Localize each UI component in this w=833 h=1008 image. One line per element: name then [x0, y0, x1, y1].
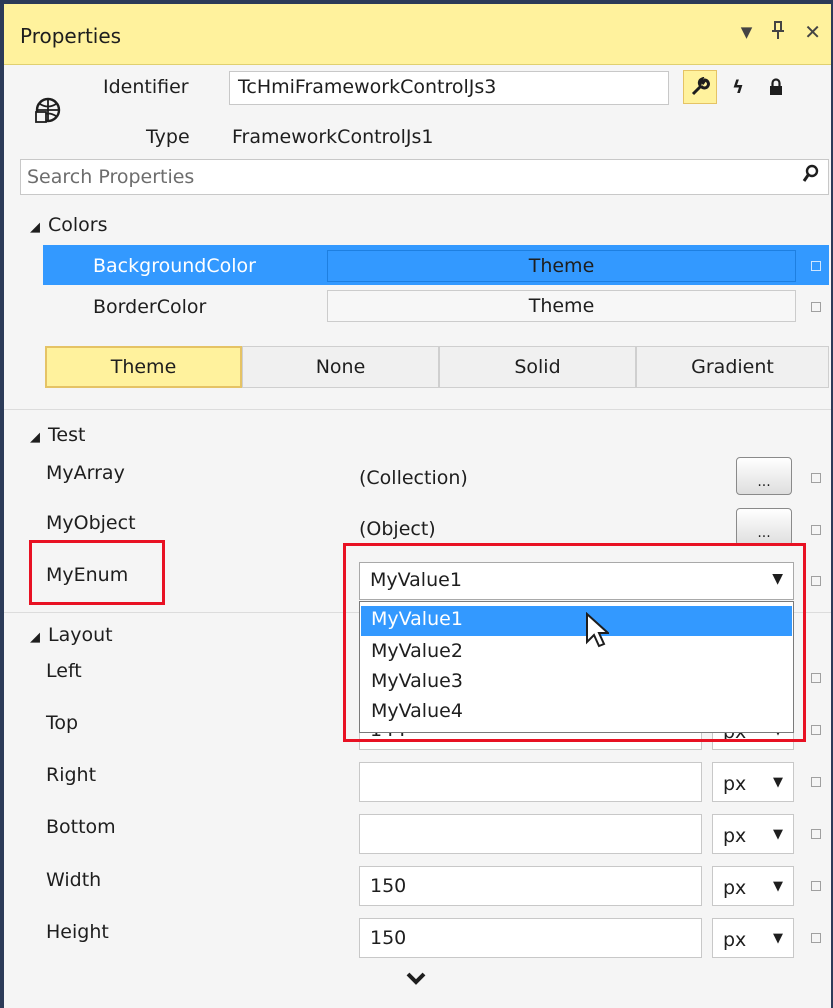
- color-mode-theme-label: Theme: [110, 356, 177, 378]
- color-mode-solid[interactable]: Solid: [439, 346, 636, 388]
- expand-more-button[interactable]: [405, 968, 427, 990]
- dropdown-icon[interactable]: ▼: [741, 20, 753, 45]
- wrench-icon: [691, 77, 710, 96]
- panel-titlebar: Properties ▼ ✕: [4, 4, 831, 65]
- border-color-label: BorderColor: [93, 296, 207, 318]
- my-array-edit-label: ...: [757, 474, 771, 490]
- chevron-down-icon: ▼: [773, 775, 783, 790]
- border-color-value[interactable]: Theme: [327, 290, 796, 322]
- layout-section-label: Layout: [48, 624, 113, 646]
- my-object-value: (Object): [359, 518, 436, 540]
- chevron-down-icon: ▼: [773, 827, 783, 842]
- layout-section-header[interactable]: ◢ Layout: [30, 624, 113, 646]
- lightning-icon: ϟ: [732, 76, 744, 98]
- width-unit: px: [723, 877, 747, 899]
- height-marker[interactable]: [811, 933, 821, 943]
- color-mode-theme[interactable]: Theme: [45, 346, 242, 388]
- right-marker[interactable]: [811, 777, 821, 787]
- right-unit-select[interactable]: px ▼: [712, 762, 794, 802]
- right-unit: px: [723, 773, 747, 795]
- annotation-box-enum-label: [29, 540, 165, 605]
- window-border-left: [0, 0, 4, 1008]
- identifier-field[interactable]: TcHmiFrameworkControlJs3: [229, 71, 669, 105]
- color-mode-gradient-label: Gradient: [691, 356, 774, 378]
- color-mode-none[interactable]: None: [242, 346, 439, 388]
- lock-icon: [770, 78, 782, 95]
- height-unit-select[interactable]: px ▼: [712, 918, 794, 958]
- bottom-label: Bottom: [46, 816, 116, 838]
- pin-icon[interactable]: [770, 20, 786, 45]
- left-label: Left: [46, 660, 82, 682]
- colors-section-label: Colors: [48, 214, 108, 236]
- lock-tool-button[interactable]: [759, 70, 793, 104]
- left-marker[interactable]: [811, 673, 821, 683]
- height-input[interactable]: 150: [359, 918, 702, 958]
- top-marker[interactable]: [811, 725, 821, 735]
- properties-panel: Properties ▼ ✕ Identifier TcHmiFramework…: [0, 0, 833, 1008]
- color-mode-solid-label: Solid: [514, 356, 561, 378]
- properties-tool-button[interactable]: [683, 70, 717, 104]
- bottom-marker[interactable]: [811, 829, 821, 839]
- identifier-label: Identifier: [103, 76, 189, 98]
- my-enum-marker[interactable]: [811, 576, 821, 586]
- chevron-down-icon: [406, 972, 426, 985]
- search-placeholder: Search Properties: [27, 166, 195, 188]
- right-label: Right: [46, 764, 97, 786]
- border-color-marker[interactable]: [811, 302, 821, 312]
- type-label: Type: [146, 126, 190, 148]
- color-mode-none-label: None: [315, 356, 366, 378]
- width-input[interactable]: 150: [359, 866, 702, 906]
- background-color-value-text: Theme: [528, 255, 595, 277]
- identifier-value: TcHmiFrameworkControlJs3: [238, 76, 497, 98]
- width-marker[interactable]: [811, 881, 821, 891]
- my-array-marker[interactable]: [811, 473, 821, 483]
- panel-title: Properties: [20, 24, 122, 48]
- collapse-icon: ◢: [30, 630, 40, 645]
- annotation-box-enum-dropdown: [343, 543, 806, 742]
- titlebar-controls: ▼ ✕: [741, 20, 821, 45]
- search-icon[interactable]: [802, 164, 820, 189]
- close-icon[interactable]: ✕: [804, 20, 821, 45]
- border-color-value-text: Theme: [528, 295, 595, 317]
- my-array-label: MyArray: [46, 462, 125, 484]
- my-array-value: (Collection): [359, 467, 468, 489]
- mouse-cursor-icon: [585, 611, 611, 653]
- my-object-edit-button[interactable]: ...: [736, 508, 792, 546]
- height-label: Height: [46, 921, 109, 943]
- collapse-icon: ◢: [30, 430, 40, 445]
- my-object-edit-label: ...: [757, 525, 771, 541]
- background-color-marker[interactable]: [811, 261, 821, 271]
- my-object-label: MyObject: [46, 512, 136, 534]
- width-label: Width: [46, 869, 102, 891]
- test-section-label: Test: [48, 424, 86, 446]
- height-value: 150: [370, 927, 407, 949]
- bottom-unit-select[interactable]: px ▼: [712, 814, 794, 854]
- my-array-edit-button[interactable]: ...: [736, 457, 792, 495]
- right-input[interactable]: [359, 762, 702, 802]
- bottom-unit: px: [723, 825, 747, 847]
- background-color-value[interactable]: Theme: [327, 250, 796, 282]
- colors-section-header[interactable]: ◢ Colors: [30, 214, 108, 236]
- width-value: 150: [370, 875, 407, 897]
- control-icon: [34, 96, 62, 129]
- type-value: FrameworkControlJs1: [232, 126, 434, 148]
- bottom-input[interactable]: [359, 814, 702, 854]
- section-divider: [4, 409, 831, 410]
- color-mode-gradient[interactable]: Gradient: [636, 346, 829, 388]
- background-color-label: BackgroundColor: [93, 255, 256, 277]
- collapse-icon: ◢: [30, 220, 40, 235]
- search-properties-box[interactable]: Search Properties: [20, 159, 829, 195]
- test-section-header[interactable]: ◢ Test: [30, 424, 85, 446]
- events-tool-button[interactable]: ϟ: [721, 70, 755, 104]
- width-unit-select[interactable]: px ▼: [712, 866, 794, 906]
- my-object-marker[interactable]: [811, 525, 821, 535]
- chevron-down-icon: ▼: [773, 931, 783, 946]
- chevron-down-icon: ▼: [773, 879, 783, 894]
- top-label: Top: [46, 712, 79, 734]
- height-unit: px: [723, 929, 747, 951]
